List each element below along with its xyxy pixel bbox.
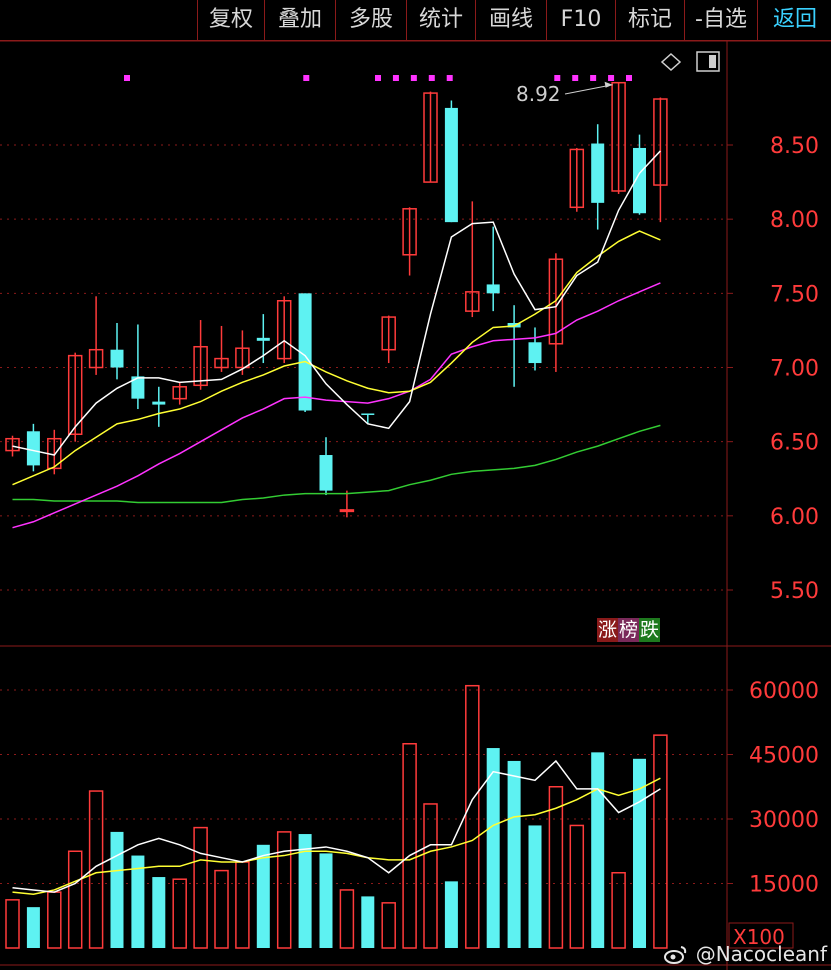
candle-body — [256, 337, 270, 341]
candle-body — [528, 342, 542, 364]
price-tick-label: 6.50 — [770, 431, 819, 456]
candle-body — [339, 509, 355, 513]
watermark: @Nacocleanf — [663, 942, 827, 966]
volume-bar — [402, 743, 417, 949]
candle-body — [26, 431, 40, 466]
tab-draw-line[interactable]: 画线 — [475, 0, 546, 40]
tab-add-favorite[interactable]: -自选 — [684, 0, 757, 40]
price-tick-label: 6.00 — [770, 505, 819, 530]
signal-marker — [626, 75, 632, 81]
volume-bar — [653, 734, 668, 949]
kline-chart[interactable]: 8.50 8.00 7.50 7.00 6.50 6.00 5.50 60000 45000 30… — [0, 0, 831, 970]
tab-overlay[interactable]: 叠加 — [264, 0, 335, 40]
volume-bar — [423, 803, 438, 949]
volume-bar — [5, 899, 20, 949]
volume-bar — [569, 824, 585, 949]
price-tick-label: 5.50 — [770, 579, 819, 604]
volume-tick-label: 15000 — [749, 873, 819, 898]
volume-bar — [528, 825, 542, 948]
diamond-icon[interactable] — [660, 52, 682, 72]
high-annotation-label: 8.92 — [516, 82, 561, 106]
signal-marker — [608, 75, 615, 81]
volume-bar — [193, 826, 208, 949]
ma5-line — [12, 150, 661, 456]
volume-tick-label: 45000 — [749, 744, 819, 769]
volume-bar — [67, 850, 83, 949]
volume-bar — [276, 831, 292, 949]
tab-statistics[interactable]: 统计 — [406, 0, 475, 40]
volume-bar — [256, 844, 270, 948]
volume-tick-label: 60000 — [749, 679, 819, 704]
volume-bar — [548, 786, 564, 949]
volume-bar — [381, 902, 396, 949]
tab-mark[interactable]: 标记 — [615, 0, 684, 40]
price-tick-label: 8.00 — [770, 208, 819, 233]
candle-body — [444, 107, 458, 223]
signal-marker — [124, 75, 130, 81]
signal-marker — [410, 75, 417, 81]
candle-body — [591, 143, 605, 203]
panel-toggle-icon-fill — [709, 55, 716, 68]
volume-ma10-line — [12, 777, 661, 896]
volume-bar — [152, 877, 166, 948]
candle-body — [319, 455, 333, 491]
volume-bar — [214, 869, 229, 949]
candle-body — [152, 401, 166, 405]
price-tick-label: 8.50 — [770, 134, 819, 159]
price-tick-label: 7.50 — [770, 282, 819, 307]
toolbar: 复权 叠加 多股 统计 画线 F10 标记 -自选 返回 — [0, 0, 831, 41]
rank-list-label: 榜 — [618, 618, 640, 642]
volume-bar — [465, 684, 480, 949]
signal-marker — [554, 75, 561, 81]
tab-multi-stock[interactable]: 多股 — [335, 0, 406, 40]
volume-bar — [611, 872, 626, 949]
candle-body — [486, 284, 500, 294]
rank-button[interactable]: 涨榜跌 — [597, 618, 661, 642]
volume-bar — [319, 853, 333, 948]
signal-marker — [572, 75, 579, 81]
volume-bar — [507, 760, 521, 948]
signal-marker — [590, 75, 597, 81]
volume-ma5-line — [12, 759, 661, 893]
volume-bar — [110, 831, 124, 948]
volume-bar — [47, 891, 62, 949]
volume-bar — [235, 861, 250, 949]
signal-marker — [375, 75, 381, 81]
rank-rise-label: 涨 — [597, 618, 619, 642]
tab-back[interactable]: 返回 — [757, 0, 831, 40]
volume-bar — [26, 907, 40, 948]
rank-fall-label: 跌 — [639, 618, 661, 642]
signal-marker — [392, 75, 399, 81]
ma10-line — [12, 230, 661, 486]
candle-body — [361, 413, 375, 415]
volume-bar — [361, 896, 375, 948]
volume-bar — [591, 752, 605, 948]
signal-marker — [446, 75, 453, 81]
volume-bar — [444, 881, 458, 948]
volume-bar — [339, 889, 355, 949]
weibo-icon — [664, 946, 687, 964]
ma20-line — [12, 282, 661, 529]
price-tick-label: 7.00 — [770, 357, 819, 382]
watermark-text: @Nacocleanf — [695, 942, 827, 966]
candle-body — [110, 349, 124, 368]
volume-bar — [172, 878, 187, 949]
tab-restore-rights[interactable]: 复权 — [197, 0, 264, 40]
signal-marker — [303, 75, 310, 81]
volume-tick-label: 30000 — [749, 808, 819, 833]
signal-marker — [428, 75, 435, 81]
ma60-line — [12, 424, 661, 504]
tab-f10[interactable]: F10 — [546, 0, 615, 40]
